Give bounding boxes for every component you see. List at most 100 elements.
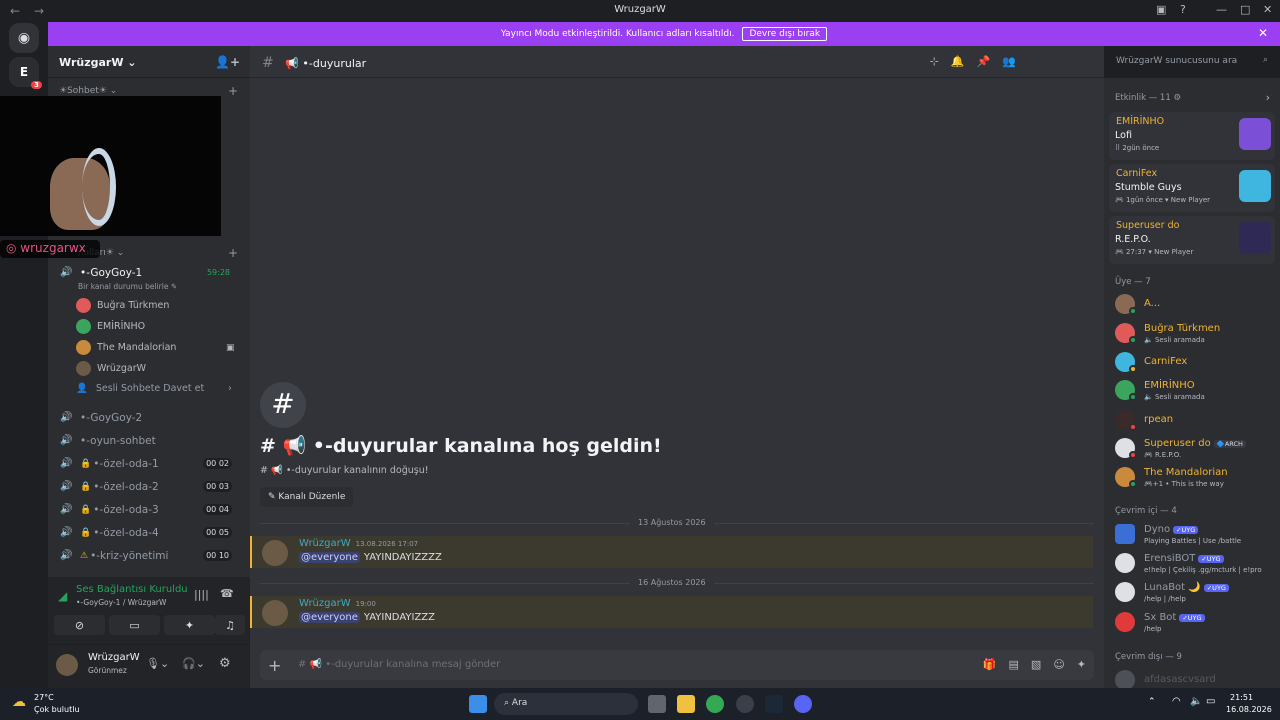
- windows-start-icon[interactable]: [469, 695, 487, 713]
- inbox-icon[interactable]: ▣: [1156, 3, 1166, 16]
- bot-item[interactable]: LunaBot 🌙 ✓UYG/help | /help: [1115, 580, 1275, 606]
- taskbar-search[interactable]: ⌕ Ara: [494, 693, 638, 715]
- bot-item[interactable]: ErensiBOT ✓UYG e!help | Çekiliş .gg/mcturk…: [1115, 551, 1275, 577]
- gif-icon[interactable]: ▤: [1009, 658, 1019, 671]
- user-avatar[interactable]: [56, 654, 78, 676]
- member-status: /help: [1144, 625, 1162, 633]
- activity-meta: ⠿ 2gün önce: [1115, 144, 1160, 152]
- edit-channel-button[interactable]: ✎ Kanalı Düzenle: [260, 487, 354, 507]
- member-item[interactable]: EMİRİNHO 🔈 Sesli aramada: [1115, 378, 1275, 404]
- voice-channel[interactable]: 🔊 🔒 •-özel-oda-4 00 05: [56, 522, 242, 543]
- mention[interactable]: @everyone: [299, 552, 360, 563]
- maximize-icon[interactable]: □: [1240, 3, 1250, 16]
- obs-icon[interactable]: [736, 695, 754, 713]
- noise-suppression-icon[interactable]: ||||: [194, 588, 209, 601]
- minimize-icon[interactable]: —: [1216, 3, 1227, 16]
- pin-icon[interactable]: 📌: [977, 55, 991, 68]
- discord-taskbar-icon[interactable]: [794, 695, 812, 713]
- weather-temp[interactable]: 27°C: [34, 693, 54, 702]
- user-name[interactable]: WrüzgarW: [88, 652, 140, 663]
- mention[interactable]: @everyone: [299, 612, 360, 623]
- add-channel-icon[interactable]: +: [228, 246, 238, 260]
- soundboard-button[interactable]: ♫: [215, 615, 245, 635]
- clock-time[interactable]: 21:51: [1230, 693, 1253, 702]
- activity-header[interactable]: Etkinlik — 11 ⚙: [1115, 93, 1181, 103]
- voice-channel[interactable]: 🔊 🔒 •-özel-oda-1 00 02: [56, 453, 242, 474]
- server-search-input[interactable]: WrüzgarW sunucusunu ara ⌕: [1110, 52, 1274, 72]
- window-title: WruzgarW: [614, 4, 666, 15]
- apps-icon[interactable]: ✦: [1077, 658, 1086, 671]
- sticker-icon[interactable]: ▧: [1031, 658, 1041, 671]
- discord-home-icon[interactable]: ◉: [9, 23, 39, 53]
- activities-button[interactable]: ✦: [164, 615, 215, 635]
- welcome-title: # 📢 •-duyurular kanalına hoş geldin!: [260, 435, 662, 457]
- task-view-icon[interactable]: [648, 695, 666, 713]
- voice-channel[interactable]: 🔊 🔒 •-özel-oda-2 00 03: [56, 476, 242, 497]
- member-item[interactable]: The Mandalorian 🎮+1 • This is the way: [1115, 465, 1275, 491]
- close-window-icon[interactable]: ✕: [1263, 3, 1272, 16]
- steam-icon[interactable]: [765, 695, 783, 713]
- emoji-icon[interactable]: ☺: [1053, 658, 1064, 671]
- gear-icon[interactable]: ⚙: [219, 656, 231, 671]
- chrome-icon[interactable]: [706, 695, 724, 713]
- channel-status[interactable]: Bir kanal durumu belirle ✎: [78, 282, 177, 291]
- clock-date[interactable]: 16.08.2026: [1226, 705, 1272, 714]
- microphone-icon[interactable]: 🎙⌄: [146, 657, 169, 670]
- activity-card[interactable]: EMİRİNHO Lofi ⠿ 2gün önce: [1109, 112, 1275, 160]
- message[interactable]: WrüzgarW 13.08.2026 17:07 @everyone YAYIND…: [250, 536, 1093, 568]
- message-author[interactable]: WrüzgarW 13.08.2026 17:07: [299, 538, 418, 549]
- bell-icon[interactable]: 🔔: [951, 55, 965, 68]
- activity-card[interactable]: Superuser do R.E.P.O. 🎮 27:37 ▾ New Play…: [1109, 216, 1275, 264]
- category-label[interactable]: ☀Sohbet☀ ⌄: [59, 86, 117, 96]
- member-list-icon[interactable]: 👥: [1002, 55, 1016, 68]
- tray-chevron-icon[interactable]: ⌃: [1148, 697, 1156, 707]
- wifi-icon[interactable]: ◠: [1172, 696, 1181, 707]
- voice-channel[interactable]: 🔊 •-GoyGoy-1 59:28: [56, 262, 242, 283]
- voice-channel-path[interactable]: •-GoyGoy-1 / WrüzgarW: [76, 598, 166, 607]
- attach-plus-icon[interactable]: +: [268, 656, 281, 675]
- banner-close-icon[interactable]: ✕: [1258, 26, 1268, 40]
- activity-card[interactable]: CarniFex Stumble Guys 🎮 1gün önce ▾ New …: [1109, 164, 1275, 212]
- voice-channel[interactable]: 🔊 ⚠ •-kriz-yönetimi 00 10: [56, 545, 242, 566]
- camera-button[interactable]: ⊘: [54, 615, 105, 635]
- volume-icon[interactable]: 🔈: [1190, 696, 1202, 707]
- help-icon[interactable]: ?: [1180, 3, 1186, 16]
- disable-streamer-mode-button[interactable]: Devre dışı bırak: [742, 27, 828, 41]
- voice-user[interactable]: Buğra Türkmen: [76, 298, 169, 313]
- weather-icon[interactable]: ☁: [12, 694, 26, 710]
- file-explorer-icon[interactable]: [677, 695, 695, 713]
- voice-user[interactable]: EMİRİNHO: [76, 319, 145, 334]
- composer-placeholder[interactable]: # 📢 •-duyurular kanalına mesaj gönder: [298, 659, 500, 670]
- gift-icon[interactable]: 🎁: [983, 658, 997, 671]
- bot-item[interactable]: Dyno ✓UYG Playing Battles | Use /battle: [1115, 522, 1275, 548]
- voice-channel[interactable]: 🔊 🔒 •-özel-oda-3 00 04: [56, 499, 242, 520]
- invite-to-voice[interactable]: 👤 Sesli Sohbete Davet et ›: [76, 383, 232, 394]
- message[interactable]: WrüzgarW 19:00 @everyone YAYINDAYIZZZ: [250, 596, 1093, 628]
- add-channel-icon[interactable]: +: [228, 84, 238, 98]
- member-item[interactable]: Buğra Türkmen 🔈 Sesli aramada: [1115, 321, 1275, 347]
- activity-game: Lofi: [1115, 130, 1132, 141]
- disconnect-icon[interactable]: ☎: [220, 587, 234, 600]
- message-composer[interactable]: + # 📢 •-duyurular kanalına mesaj gönder …: [260, 650, 1094, 680]
- avatar[interactable]: [262, 600, 288, 626]
- headphones-icon[interactable]: 🎧⌄: [182, 657, 205, 670]
- member-item[interactable]: Superuser do 🔷ARCH 🎮 R.E.P.O.: [1115, 436, 1275, 462]
- avatar[interactable]: [262, 540, 288, 566]
- voice-channel[interactable]: 🔊 •-GoyGoy-2: [56, 407, 242, 428]
- member-item[interactable]: CarniFex: [1115, 350, 1275, 376]
- bot-item[interactable]: Sx Bot ✓UYG/help: [1115, 610, 1275, 636]
- message-author[interactable]: WrüzgarW 19:00: [299, 598, 376, 609]
- screen-share-button[interactable]: ▭: [109, 615, 160, 635]
- chevron-right-icon[interactable]: ›: [1266, 91, 1270, 104]
- member-item[interactable]: rpean: [1115, 408, 1275, 434]
- server-header[interactable]: WrüzgarW ⌄ 👤+: [48, 46, 250, 78]
- voice-status[interactable]: Ses Bağlantısı Kuruldu: [76, 584, 188, 595]
- member-item[interactable]: A...: [1115, 292, 1275, 318]
- voice-user[interactable]: WrüzgarW: [76, 361, 146, 376]
- add-user-icon[interactable]: 👤+: [215, 55, 240, 69]
- voice-user[interactable]: The Mandalorian ▣: [76, 340, 235, 355]
- threads-icon[interactable]: ⊹: [930, 55, 939, 68]
- server-icon[interactable]: E 3: [9, 57, 42, 89]
- battery-icon[interactable]: ▭: [1206, 696, 1215, 707]
- voice-channel[interactable]: 🔊 •-oyun-sohbet: [56, 430, 242, 451]
